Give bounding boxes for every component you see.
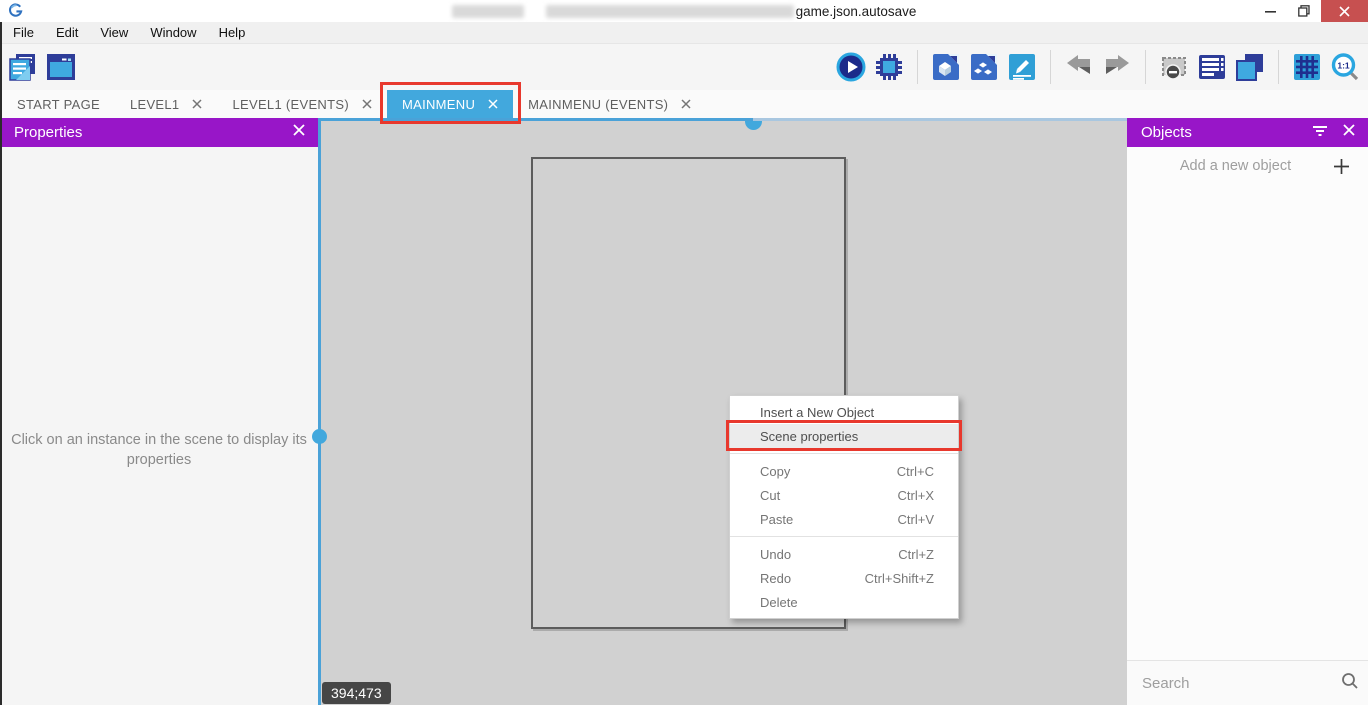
close-tab-icon[interactable]	[362, 99, 372, 109]
close-panel-icon[interactable]	[292, 123, 306, 142]
objects-panel: Objects Add a new object	[1127, 118, 1368, 705]
context-menu-item-cut[interactable]: Cut Ctrl+X	[730, 483, 958, 507]
toolbar-divider	[1050, 50, 1051, 84]
toolbar-divider	[1145, 50, 1146, 84]
objects-search-bar	[1127, 660, 1368, 705]
tab-label: LEVEL1	[130, 97, 180, 112]
layers-icon[interactable]	[1235, 52, 1265, 82]
window-left-edge	[0, 22, 2, 705]
menu-file[interactable]: File	[2, 22, 45, 43]
redacted-text	[452, 5, 524, 18]
menu-edit[interactable]: Edit	[45, 22, 89, 43]
context-menu-item-insert-new-object[interactable]: Insert a New Object	[730, 400, 958, 424]
properties-panel: Properties Click on an instance in the s…	[0, 118, 318, 705]
properties-panel-title: Properties	[14, 124, 292, 141]
mask-toggle-icon[interactable]	[1159, 52, 1189, 82]
debug-icon[interactable]	[874, 52, 904, 82]
tab-label: START PAGE	[17, 97, 100, 112]
close-tab-icon[interactable]	[681, 99, 691, 109]
edit-scene-icon[interactable]	[1007, 52, 1037, 82]
menu-help[interactable]: Help	[208, 22, 257, 43]
undo-icon[interactable]	[1064, 52, 1094, 82]
svg-text:1:1: 1:1	[1337, 60, 1350, 70]
close-tab-icon[interactable]	[488, 99, 498, 109]
context-menu-item-redo[interactable]: Redo Ctrl+Shift+Z	[730, 566, 958, 590]
scene-window-icon[interactable]	[46, 52, 76, 82]
menu-view[interactable]: View	[89, 22, 139, 43]
play-preview-icon[interactable]	[836, 52, 866, 82]
add-object-row[interactable]: Add a new object	[1127, 147, 1368, 185]
context-menu-item-delete[interactable]: Delete	[730, 590, 958, 614]
tab-start-page[interactable]: START PAGE	[2, 90, 115, 118]
window-title: game.json.autosave	[0, 0, 1368, 22]
tab-mainmenu[interactable]: MAINMENU	[387, 90, 513, 118]
tab-label: MAINMENU	[402, 97, 475, 112]
context-menu-separator	[730, 453, 958, 454]
context-menu-item-copy[interactable]: Copy Ctrl+C	[730, 459, 958, 483]
filter-icon[interactable]	[1312, 124, 1328, 142]
context-menu-item-scene-properties[interactable]: Scene properties	[730, 424, 958, 448]
redo-icon[interactable]	[1102, 52, 1132, 82]
cursor-coordinates-badge: 394;473	[322, 682, 391, 704]
horizontal-split-line[interactable]	[318, 118, 753, 121]
horizontal-split-line[interactable]	[753, 118, 1127, 121]
search-icon[interactable]	[1341, 672, 1359, 695]
menu-bar: File Edit View Window Help	[0, 22, 1368, 44]
zoom-1-1-icon[interactable]: 1:1	[1330, 52, 1360, 82]
horizontal-split-handle[interactable]	[745, 121, 762, 130]
add-object-label: Add a new object	[1147, 158, 1324, 174]
tab-level1[interactable]: LEVEL1	[115, 90, 218, 118]
window-title-text: game.json.autosave	[796, 4, 917, 19]
vertical-split-handle[interactable]	[312, 429, 327, 444]
plus-icon[interactable]	[1324, 158, 1358, 175]
scene-editor-canvas[interactable]: 394;473 Insert a New Object Scene proper…	[318, 118, 1127, 705]
context-menu: Insert a New Object Scene properties Cop…	[729, 395, 959, 619]
instances-list-icon[interactable]	[1197, 52, 1227, 82]
properties-placeholder-message: Click on an instance in the scene to dis…	[9, 430, 309, 470]
toolbar-divider	[1278, 50, 1279, 84]
tab-bar: START PAGE LEVEL1 LEVEL1 (EVENTS) MAINME…	[0, 90, 1368, 118]
add-object-icon[interactable]	[931, 52, 961, 82]
project-manager-icon[interactable]	[8, 52, 38, 82]
toolbar-divider	[917, 50, 918, 84]
context-menu-item-paste[interactable]: Paste Ctrl+V	[730, 507, 958, 531]
properties-panel-header: Properties	[0, 118, 318, 147]
tab-label: MAINMENU (EVENTS)	[528, 97, 668, 112]
tab-level1-events[interactable]: LEVEL1 (EVENTS)	[217, 90, 387, 118]
close-tab-icon[interactable]	[192, 99, 202, 109]
close-window-button[interactable]	[1321, 0, 1368, 22]
context-menu-item-undo[interactable]: Undo Ctrl+Z	[730, 542, 958, 566]
search-input[interactable]	[1142, 675, 1341, 692]
menu-window[interactable]: Window	[139, 22, 207, 43]
close-panel-icon[interactable]	[1342, 123, 1356, 142]
tab-label: LEVEL1 (EVENTS)	[232, 97, 349, 112]
title-bar: game.json.autosave	[0, 0, 1368, 22]
redacted-text	[546, 5, 794, 18]
add-multiple-objects-icon[interactable]	[969, 52, 999, 82]
objects-panel-header: Objects	[1127, 118, 1368, 147]
toolbar: 1:1	[0, 44, 1368, 90]
grid-icon[interactable]	[1292, 52, 1322, 82]
tab-mainmenu-events[interactable]: MAINMENU (EVENTS)	[513, 90, 706, 118]
restore-button[interactable]	[1287, 0, 1321, 22]
context-menu-separator	[730, 536, 958, 537]
vertical-split-line[interactable]	[318, 118, 321, 705]
minimize-button[interactable]	[1253, 0, 1287, 22]
objects-panel-title: Objects	[1141, 124, 1312, 141]
